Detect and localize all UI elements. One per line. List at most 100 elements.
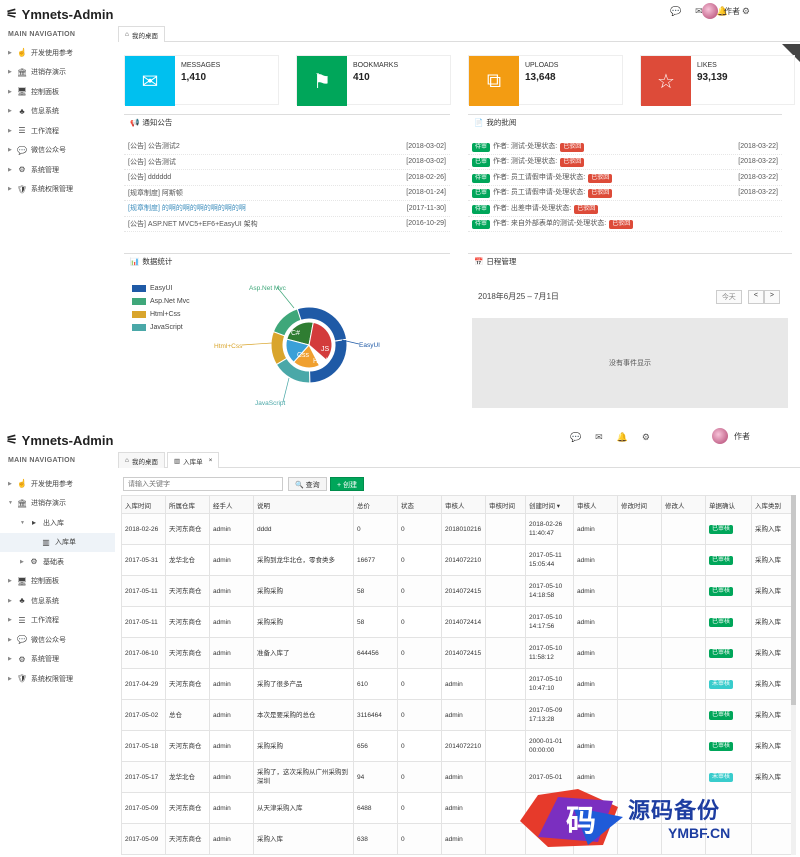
table-row[interactable]: 2017-05-11 天河东商仓 admin 采购采购 58 0 2014072415 201… — [121, 575, 795, 607]
column-header[interactable]: 修改人 — [661, 495, 706, 514]
approve-item[interactable]: 已审 作者: 测试-处理状态: 已驳回 [2018-03-22] — [468, 155, 782, 170]
app-logo[interactable]: ⚟ Ymnets-Admin — [6, 6, 113, 22]
sidebar-item[interactable]: ▶ 💬 微信公众号 — [0, 630, 115, 650]
column-header[interactable]: 审核人 — [573, 495, 618, 514]
sidebar-item[interactable]: ▶ ☰ 工作流程 — [0, 121, 115, 141]
user-menu[interactable]: 作者 — [712, 428, 750, 444]
table-cell: 2017-05-11 15:05:44 — [525, 544, 574, 576]
cogs-icon[interactable]: ⚙ — [642, 432, 650, 443]
sidebar-item[interactable]: ▶ ⚙ 基础表 — [0, 552, 115, 572]
search-input[interactable] — [123, 477, 283, 491]
table-cell: 采购入库 — [253, 823, 354, 855]
column-header[interactable]: 总价 — [353, 495, 398, 514]
notice-item[interactable]: [公告] ASP.NET MVC5+EF6+EasyUI 架构 [2016-10-… — [124, 217, 450, 232]
notice-item[interactable]: [公告] dddddd [2018-02-26] — [124, 170, 450, 186]
table-row[interactable]: 2017-05-11 天河东商仓 admin 采购采购 58 0 2014072414 201… — [121, 606, 795, 638]
column-header[interactable]: 状态 — [397, 495, 442, 514]
notice-text[interactable]: [规章制度] 的啊的啊的啊的啊的啊的啊 — [128, 203, 246, 213]
table-cell — [661, 637, 706, 669]
sidebar-item[interactable]: ▶ 🖥 控制面板 — [0, 572, 115, 592]
chat-icon[interactable]: 💬 — [670, 6, 681, 17]
tag-badge: 待审 — [472, 142, 491, 152]
column-header[interactable]: 入库时间 — [121, 495, 166, 514]
legend-item[interactable]: Asp.Net Mvc — [132, 295, 190, 308]
legend-item[interactable]: Html+Css — [132, 308, 190, 321]
envelope-icon[interactable]: ✉ — [595, 432, 603, 443]
approve-item[interactable]: 待审 作者: 出差申请-处理状态: 已驳回 — [468, 201, 782, 217]
list-icon: ☰ — [18, 126, 26, 136]
column-header[interactable]: 审核时间 — [485, 495, 526, 514]
legend-item[interactable]: EasyUI — [132, 282, 190, 295]
sidebar-item[interactable]: ▶ ☰ 工作流程 — [0, 611, 115, 631]
close-icon[interactable]: × — [209, 457, 213, 464]
column-header[interactable]: 经手人 — [209, 495, 254, 514]
sidebar-item[interactable]: ▶ 🖥 控制面板 — [0, 82, 115, 102]
notice-item[interactable]: [公告] 公告测试2 [2018-03-02] — [124, 139, 450, 155]
notice-item[interactable]: [规章制度] 阿斯顿 [2018-01-24] — [124, 186, 450, 201]
approve-item[interactable]: 已审 作者: 员工请假申请-处理状态: 已驳回 [2018-03-22] — [468, 186, 782, 201]
table-row[interactable]: 2017-06-10 天河东商仓 admin 准备入库了 644456 0 20140724… — [121, 637, 795, 669]
sidebar-item[interactable]: ▶ ♣ 信息系统 — [0, 591, 115, 611]
caret-right-icon: ▶ — [8, 656, 12, 663]
tab-home[interactable]: ⌂ 我的桌面 — [118, 26, 165, 42]
column-header[interactable]: 说明 — [253, 495, 354, 514]
sidebar-item[interactable]: ▶ 🛡 系统权限管理 — [0, 180, 115, 200]
column-header[interactable]: 所属仓库 — [165, 495, 210, 514]
scrollbar-thumb[interactable] — [791, 495, 796, 705]
sidebar-item[interactable]: ▼ 🏛 进销存演示 — [0, 494, 115, 514]
next-button[interactable]: > — [763, 290, 780, 304]
approve-item[interactable]: 待审 作者: 测试-处理状态: 已驳回 [2018-03-22] — [468, 139, 782, 155]
notice-text[interactable]: [公告] 公告测试2 — [128, 141, 180, 151]
add-button[interactable]: + 创建 — [330, 477, 365, 491]
table-row[interactable]: 2017-05-02 总仓 admin 本次是要采购的总仓 3116464 0 admin 2… — [121, 699, 795, 731]
tab-stock-in[interactable]: ▥ 入库单 × — [166, 452, 220, 468]
table-row[interactable]: 2017-05-31 龙华北仓 admin 采购到龙华北仓，零食类多 16677 0 201… — [121, 544, 795, 576]
chat-icon[interactable]: 💬 — [570, 432, 581, 443]
notice-text[interactable]: [规章制度] 阿斯顿 — [128, 188, 183, 198]
legend-item[interactable]: JavaScript — [132, 321, 190, 334]
approve-item[interactable]: 待审 作者: 员工请假申请-处理状态: 已驳回 [2018-03-22] — [468, 170, 782, 186]
sidebar-item[interactable]: ▼ ▸ 出入库 — [0, 513, 115, 533]
caret-right-icon: ▶ — [8, 578, 12, 585]
column-header[interactable]: 修改时间 — [617, 495, 662, 514]
cogs-icon[interactable]: ⚙ — [742, 6, 750, 17]
vertical-scrollbar[interactable] — [791, 495, 796, 855]
sidebar-item[interactable]: ▶ ♣ 信息系统 — [0, 102, 115, 122]
notice-text[interactable]: [公告] 公告测试 — [128, 157, 176, 167]
prev-button[interactable]: < — [747, 290, 764, 304]
sidebar-item[interactable]: ▶ 💬 微信公众号 — [0, 141, 115, 161]
column-header[interactable]: 单据确认 — [705, 495, 752, 514]
column-header[interactable]: 审核人 — [441, 495, 486, 514]
sidebar-item[interactable]: ▶ ⚙ 系统管理 — [0, 650, 115, 670]
sidebar-item[interactable]: ▶ 🛡 系统权限管理 — [0, 669, 115, 689]
table-row[interactable]: 2017-05-18 天河东商仓 admin 采购采购 656 0 2014072210 20… — [121, 730, 795, 762]
notice-item[interactable]: [规章制度] 的啊的啊的啊的啊的啊的啊 [2017-11-30] — [124, 201, 450, 217]
sidebar-item[interactable]: ▶ ⚙ 系统管理 — [0, 160, 115, 180]
column-header[interactable]: 入库类别 — [751, 495, 795, 514]
column-header[interactable]: 创建时间 ▾ — [525, 495, 574, 514]
table-row[interactable]: 2017-04-29 天河东商仓 admin 采购了很多产品 610 0 admin 2017… — [121, 668, 795, 700]
notice-item[interactable]: [公告] 公告测试 [2018-03-02] — [124, 155, 450, 170]
bell-icon[interactable]: 🔔 — [617, 432, 628, 443]
sidebar-item[interactable]: ▶ ☝ 开发使用参考 — [0, 474, 115, 494]
table-cell: 58 — [353, 606, 398, 638]
table-cell: admin — [209, 668, 254, 700]
user-menu[interactable]: 作者 — [702, 3, 740, 19]
sidebar-item[interactable]: ▶ ☝ 开发使用参考 — [0, 43, 115, 63]
query-button[interactable]: 🔍 查询 — [288, 477, 327, 491]
sidebar-item[interactable]: ▥ 入库单 — [0, 532, 115, 552]
notice-text[interactable]: [公告] dddddd — [128, 172, 171, 182]
sidebar-item-label: 入库单 — [55, 539, 76, 547]
sidebar-item[interactable]: ▶ 🏛 进销存演示 — [0, 63, 115, 83]
avatar — [702, 3, 718, 19]
approve-item[interactable]: 待审 作者: 来自外部表单的测试-处理状态: 已驳回 — [468, 217, 782, 232]
outer-slice-label: JavaScript — [255, 400, 286, 407]
tab-home[interactable]: ⌂ 我的桌面 — [118, 452, 165, 468]
notice-text[interactable]: [公告] ASP.NET MVC5+EF6+EasyUI 架构 — [128, 219, 258, 229]
app-logo[interactable]: ⚟ Ymnets-Admin — [6, 432, 113, 448]
table-cell: 2018-02-26 11:40:47 — [525, 513, 574, 545]
table-row[interactable]: 2018-02-26 天河东商仓 admin dddd 0 0 2018010216 2018… — [121, 513, 795, 545]
card-title: 我的批阅 — [486, 117, 517, 127]
today-button[interactable]: 今天 — [715, 290, 742, 304]
sidebar-item-label: 控制面板 — [31, 88, 59, 96]
